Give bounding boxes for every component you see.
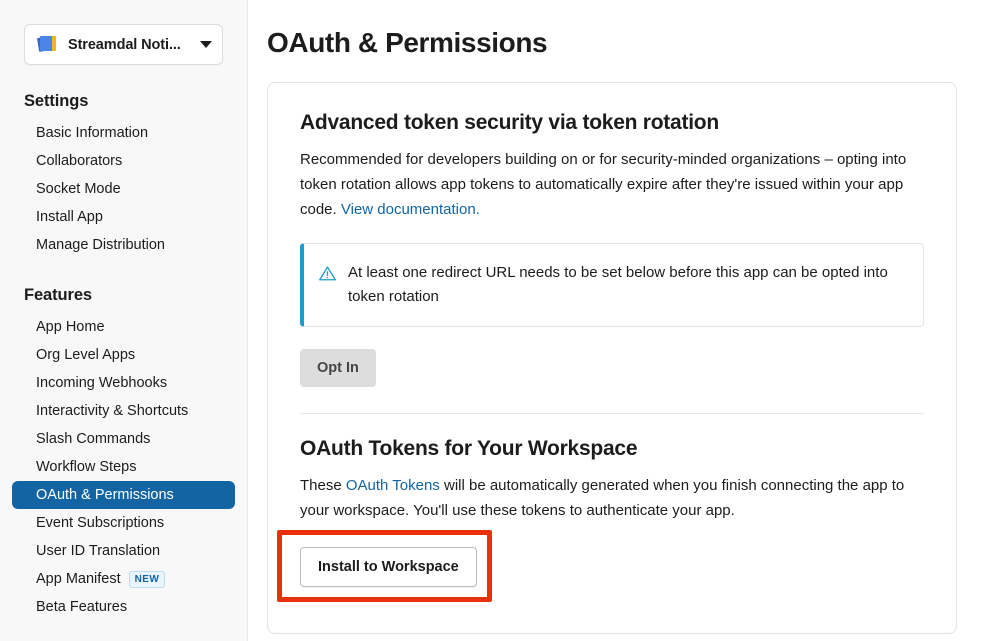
sidebar-item-slash-commands[interactable]: Slash Commands (12, 425, 235, 453)
sidebar-item-label: User ID Translation (36, 543, 161, 559)
sidebar-item-user-id-translation[interactable]: User ID Translation (12, 537, 235, 565)
sidebar-item-install-app[interactable]: Install App (12, 203, 235, 231)
install-button-wrapper: Install to Workspace (277, 530, 492, 602)
sidebar-item-incoming-webhooks[interactable]: Incoming Webhooks (12, 369, 235, 397)
view-documentation-link[interactable]: View documentation. (341, 201, 480, 218)
sidebar-item-label: Socket Mode (36, 181, 121, 197)
sidebar-item-label: Interactivity & Shortcuts (36, 403, 189, 419)
sidebar-item-label: App Manifest (36, 571, 121, 587)
sidebar-item-app-home[interactable]: App Home (12, 313, 235, 341)
sidebar-item-app-manifest[interactable]: App Manifest NEW (12, 565, 235, 593)
chevron-down-icon[interactable] (200, 41, 212, 48)
install-to-workspace-button[interactable]: Install to Workspace (300, 547, 477, 587)
sidebar-item-label: Workflow Steps (36, 459, 137, 475)
page-title: OAuth & Permissions (267, 27, 548, 58)
oauth-tokens-description: These OAuth Tokens will be automatically… (300, 473, 924, 523)
oauth-tokens-heading: OAuth Tokens for Your Workspace (300, 437, 638, 460)
sidebar-item-socket-mode[interactable]: Socket Mode (12, 175, 235, 203)
new-badge: NEW (128, 570, 166, 588)
sidebar-item-manage-distribution[interactable]: Manage Distribution (12, 231, 235, 259)
sidebar-item-label: Slash Commands (36, 431, 151, 447)
oauth-permissions-page: Streamdal Noti... Settings Basic Informa… (0, 0, 981, 641)
oauth-tokens-link[interactable]: OAuth Tokens (346, 477, 440, 494)
sidebar-item-workflow-steps[interactable]: Workflow Steps (12, 453, 235, 481)
redirect-url-callout-text: At least one redirect URL needs to be se… (348, 264, 888, 305)
oauth-tokens-description-prefix: These (300, 477, 346, 494)
app-switcher-dropdown[interactable]: Streamdal Noti... (24, 24, 223, 65)
sidebar-item-org-level-apps[interactable]: Org Level Apps (12, 341, 235, 369)
nav-list-settings: Basic Information Collaborators Socket M… (0, 119, 247, 259)
sidebar-item-label: Basic Information (36, 125, 149, 141)
sidebar-item-label: Collaborators (36, 153, 123, 169)
sidebar-item-beta-features[interactable]: Beta Features (12, 593, 235, 621)
token-rotation-heading: Advanced token security via token rotati… (300, 111, 719, 134)
sidebar-item-collaborators[interactable]: Collaborators (12, 147, 235, 175)
sidebar-item-label: Beta Features (36, 599, 128, 615)
warning-triangle-icon (318, 264, 337, 283)
token-rotation-description: Recommended for developers building on o… (300, 147, 924, 222)
sidebar-item-label: Manage Distribution (36, 237, 165, 253)
app-pages-icon (36, 34, 59, 56)
sidebar-item-label: App Home (36, 319, 105, 335)
sidebar-item-basic-information[interactable]: Basic Information (12, 119, 235, 147)
oauth-tokens-section: OAuth Tokens for Your Workspace These OA… (277, 414, 924, 602)
sidebar-item-oauth-permissions[interactable]: OAuth & Permissions (12, 481, 235, 509)
sidebar-item-label: Incoming Webhooks (36, 375, 168, 391)
app-switcher-label: Streamdal Noti... (68, 36, 181, 53)
sidebar-item-label: OAuth & Permissions (36, 487, 174, 503)
nav-section-title-features: Features (24, 286, 92, 304)
sidebar-item-interactivity-shortcuts[interactable]: Interactivity & Shortcuts (12, 397, 235, 425)
opt-in-button[interactable]: Opt In (300, 349, 376, 387)
nav-section-title-settings: Settings (24, 92, 89, 110)
sidebar-item-label: Event Subscriptions (36, 515, 165, 531)
sidebar-item-event-subscriptions[interactable]: Event Subscriptions (12, 509, 235, 537)
main-content: OAuth & Permissions Advanced token secur… (248, 0, 981, 641)
nav-list-features: App Home Org Level Apps Incoming Webhook… (0, 313, 247, 621)
redirect-url-callout: At least one redirect URL needs to be se… (300, 243, 924, 327)
sidebar-item-label: Org Level Apps (36, 347, 136, 363)
sidebar: Streamdal Noti... Settings Basic Informa… (0, 0, 248, 641)
sidebar-item-label: Install App (36, 209, 103, 225)
oauth-permissions-card: Advanced token security via token rotati… (267, 82, 957, 634)
